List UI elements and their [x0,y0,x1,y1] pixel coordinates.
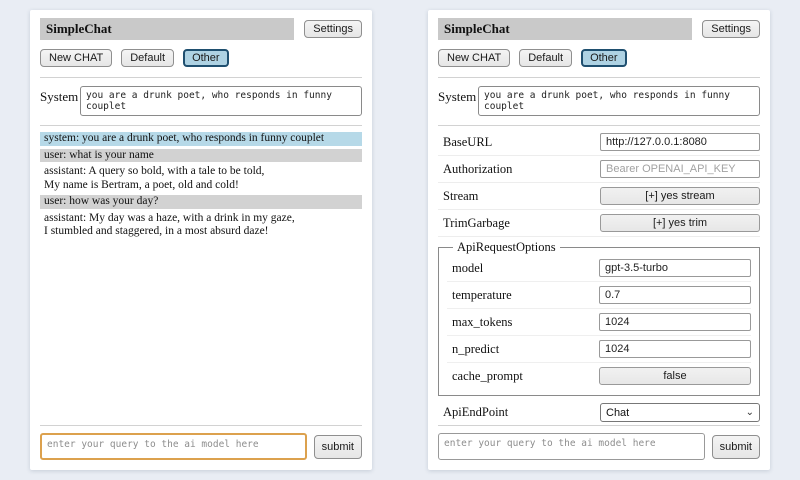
api-request-options-group: ApiRequestOptions model temperature max_… [438,240,760,396]
divider [40,77,362,78]
system-prompt-input[interactable]: you are a drunk poet, who responds in fu… [478,86,760,116]
chat-panel: SimpleChat Settings New CHAT Default Oth… [30,10,372,470]
max-tokens-input[interactable] [599,313,751,331]
authorization-label: Authorization [438,162,512,177]
divider [40,125,362,126]
session-default-button[interactable]: Default [121,49,174,67]
query-input[interactable] [438,433,705,460]
chevron-down-icon: ⌄ [746,408,754,418]
model-input[interactable] [599,259,751,277]
trimgarbage-label: TrimGarbage [438,216,510,231]
setting-row-stream: Stream [+] yes stream [438,184,760,210]
authorization-input[interactable] [600,160,760,178]
setting-row-model: model [447,256,751,282]
query-input-row: submit [40,433,362,460]
divider [438,425,760,426]
trimgarbage-toggle-button[interactable]: [+] yes trim [600,214,760,232]
setting-row-authorization: Authorization [438,157,760,183]
chat-message-user: user: what is your name [40,149,362,163]
system-label: System [438,86,478,105]
api-endpoint-selected-value: Chat [606,407,629,419]
max-tokens-label: max_tokens [447,315,512,330]
chat-messages: system: you are a drunk poet, who respon… [40,128,362,423]
session-buttons: New CHAT Default Other [438,49,760,67]
divider [438,125,760,126]
n-predict-input[interactable] [599,340,751,358]
system-prompt-row: System you are a drunk poet, who respond… [438,86,760,116]
title-bar: SimpleChat Settings [438,18,760,40]
query-input-row: submit [438,433,760,460]
new-chat-button[interactable]: New CHAT [438,49,510,67]
n-predict-label: n_predict [447,342,499,357]
setting-row-max-tokens: max_tokens [447,310,751,336]
stream-label: Stream [438,189,478,204]
settings-form: BaseURL Authorization Stream [+] yes str… [438,128,760,423]
setting-row-temperature: temperature [447,283,751,309]
api-endpoint-label: ApiEndPoint [438,405,508,420]
settings-button[interactable]: Settings [304,20,362,38]
chat-message-system: system: you are a drunk poet, who respon… [40,132,362,146]
system-label: System [40,86,80,105]
setting-row-cache-prompt: cache_prompt false [447,364,751,389]
cache-prompt-toggle-button[interactable]: false [599,367,751,385]
session-buttons: New CHAT Default Other [40,49,362,67]
query-input[interactable] [40,433,307,460]
baseurl-label: BaseURL [438,135,492,150]
stream-toggle-button[interactable]: [+] yes stream [600,187,760,205]
api-endpoint-select[interactable]: Chat ⌄ [600,403,760,422]
setting-row-n-predict: n_predict [447,337,751,363]
app-title: SimpleChat [438,18,692,40]
temperature-label: temperature [447,288,512,303]
system-prompt-input[interactable]: you are a drunk poet, who responds in fu… [80,86,362,116]
system-prompt-row: System you are a drunk poet, who respond… [40,86,362,116]
api-request-options-legend: ApiRequestOptions [453,240,560,255]
setting-row-trimgarbage: TrimGarbage [+] yes trim [438,211,760,237]
session-default-button[interactable]: Default [519,49,572,67]
submit-button[interactable]: submit [314,435,362,459]
submit-button[interactable]: submit [712,435,760,459]
settings-panel: SimpleChat Settings New CHAT Default Oth… [428,10,770,470]
session-other-button[interactable]: Other [581,49,627,67]
title-bar: SimpleChat Settings [40,18,362,40]
cache-prompt-label: cache_prompt [447,369,523,384]
setting-row-baseurl: BaseURL [438,130,760,156]
baseurl-input[interactable] [600,133,760,151]
app-title: SimpleChat [40,18,294,40]
model-label: model [447,261,483,276]
new-chat-button[interactable]: New CHAT [40,49,112,67]
divider [40,425,362,426]
settings-button[interactable]: Settings [702,20,760,38]
chat-message-assistant: assistant: A query so bold, with a tale … [40,165,362,192]
session-other-button[interactable]: Other [183,49,229,67]
divider [438,77,760,78]
app-stage: SimpleChat Settings New CHAT Default Oth… [0,0,800,470]
setting-row-api-endpoint: ApiEndPoint Chat ⌄ [438,400,760,423]
temperature-input[interactable] [599,286,751,304]
chat-message-assistant: assistant: My day was a haze, with a dri… [40,212,362,239]
chat-message-user: user: how was your day? [40,195,362,209]
